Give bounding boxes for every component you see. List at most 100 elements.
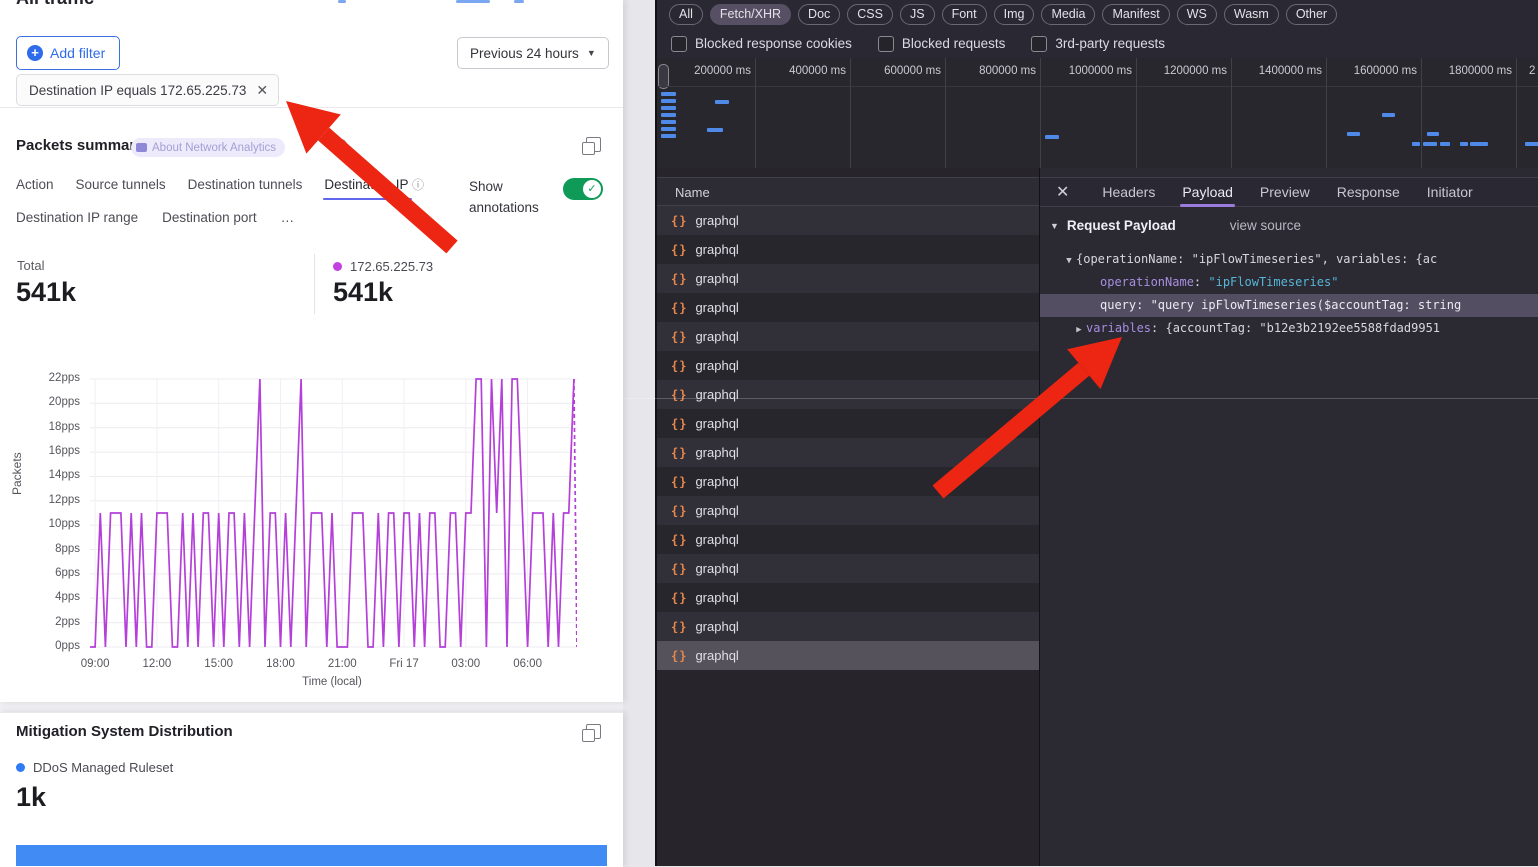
triangle-down-icon[interactable]: ▼	[1062, 250, 1076, 271]
filter-pill-wasm[interactable]: Wasm	[1224, 4, 1279, 25]
request-detail-panel: ✕ Headers Payload Preview Response Initiator…	[1039, 168, 1538, 866]
y-tick-label: 20pps	[28, 396, 80, 408]
payload-line[interactable]: ▶variables: {accountTag: "b12e3b2192ee55…	[1040, 317, 1538, 340]
packets-tab-destination-ip[interactable]: Destination IP ⓘ	[324, 176, 424, 193]
add-filter-button[interactable]: + Add filter	[16, 36, 120, 70]
request-row[interactable]: {}graphql	[657, 409, 1039, 438]
request-row[interactable]: {}graphql	[657, 322, 1039, 351]
checkbox-3rd-party-requests[interactable]: 3rd-party requests	[1031, 36, 1165, 52]
packets-tab-destination-tunnels[interactable]: Destination tunnels	[188, 177, 303, 192]
filter-pill-img[interactable]: Img	[994, 4, 1035, 25]
request-row[interactable]: {}graphql	[657, 380, 1039, 409]
payload-line[interactable]: ▼{operationName: "ipFlowTimeseries", var…	[1040, 248, 1538, 271]
request-row[interactable]: {}graphql	[657, 467, 1039, 496]
copy-icon[interactable]	[586, 137, 601, 152]
payload-line[interactable]: query: "query ipFlowTimeseries($accountT…	[1040, 294, 1538, 317]
filter-pill-all[interactable]: All	[669, 4, 703, 25]
triangle-right-icon[interactable]: ▶	[1072, 319, 1086, 340]
payload-line[interactable]: operationName: "ipFlowTimeseries"	[1040, 271, 1538, 294]
stat-total-value: 541k	[16, 277, 76, 308]
filter-pill-fetch-xhr[interactable]: Fetch/XHR	[710, 4, 791, 25]
mitigation-bar[interactable]	[16, 845, 607, 866]
view-source-link[interactable]: view source	[1230, 218, 1301, 233]
request-name: graphql	[695, 387, 738, 402]
request-row[interactable]: {}graphql	[657, 641, 1039, 670]
checkbox-label: Blocked response cookies	[695, 36, 852, 51]
request-name: graphql	[695, 242, 738, 257]
clipped-toolbar-fragment	[338, 0, 346, 3]
book-icon	[136, 143, 147, 152]
checkbox-icon[interactable]	[878, 36, 894, 52]
json-icon: {}	[671, 272, 687, 286]
detail-tab-headers[interactable]: Headers	[1102, 177, 1155, 207]
time-range-dropdown[interactable]: Previous 24 hours ▼	[457, 37, 609, 69]
packets-tabs-row-2: Destination IP range Destination port …	[16, 210, 294, 225]
x-tick-label: Fri 17	[389, 658, 418, 670]
request-type-filter-bar: All Fetch/XHR Doc CSS JS Font Img Media Manifest…	[657, 0, 1538, 29]
request-row[interactable]: {}graphql	[657, 612, 1039, 641]
show-annotations-toggle[interactable]: ✓	[563, 178, 603, 200]
request-row[interactable]: {}graphql	[657, 206, 1039, 235]
detail-tab-payload[interactable]: Payload	[1182, 177, 1233, 207]
copy-icon[interactable]	[586, 724, 601, 739]
request-row[interactable]: {}graphql	[657, 583, 1039, 612]
filter-pill-css[interactable]: CSS	[847, 4, 893, 25]
checkbox-blocked-response-cookies[interactable]: Blocked response cookies	[671, 36, 852, 52]
filter-pill-ws[interactable]: WS	[1177, 4, 1217, 25]
packets-tab-destination-ip-range[interactable]: Destination IP range	[16, 210, 138, 225]
request-row[interactable]: {} graphql	[657, 293, 1039, 322]
request-name: graphql	[695, 474, 738, 489]
filter-pill-media[interactable]: Media	[1041, 4, 1095, 25]
filter-pill-font[interactable]: Font	[942, 4, 987, 25]
request-row[interactable]: {}graphql	[657, 438, 1039, 467]
request-name: graphql	[695, 329, 738, 344]
checkbox-icon[interactable]	[671, 36, 687, 52]
payload-token: {operationName: "ipFlowTimeseries", vari…	[1076, 252, 1437, 266]
chevron-down-icon: ▼	[587, 48, 596, 58]
packets-timeseries-chart[interactable]	[90, 375, 577, 652]
filter-pill-other[interactable]: Other	[1286, 4, 1337, 25]
info-icon[interactable]: ⓘ	[412, 178, 424, 192]
close-icon[interactable]: ✕	[1056, 182, 1069, 202]
detail-tab-response[interactable]: Response	[1337, 177, 1400, 207]
series-dot	[333, 262, 342, 271]
packets-tab-action[interactable]: Action	[16, 177, 54, 192]
detail-tab-preview[interactable]: Preview	[1260, 177, 1310, 207]
json-icon: {}	[671, 301, 687, 315]
divider	[314, 254, 315, 314]
packets-tab-source-tunnels[interactable]: Source tunnels	[76, 177, 166, 192]
request-name: graphql	[695, 271, 738, 286]
name-column-header[interactable]: Name	[657, 177, 1039, 206]
json-icon: {}	[671, 591, 687, 605]
request-name: graphql	[695, 300, 738, 315]
filter-chip[interactable]: Destination IP equals 172.65.225.73 ✕	[16, 74, 279, 106]
request-row[interactable]: {}graphql	[657, 351, 1039, 380]
request-row[interactable]: {}graphql	[657, 496, 1039, 525]
mitigation-legend: DDoS Managed Ruleset	[16, 760, 173, 775]
timeline-request-mark	[661, 113, 676, 117]
request-row[interactable]: {}graphql	[657, 235, 1039, 264]
timeline-gridline	[850, 58, 851, 168]
request-row[interactable]: {} graphql	[657, 264, 1039, 293]
about-network-analytics-badge[interactable]: About Network Analytics	[131, 138, 285, 157]
request-row[interactable]: {}graphql	[657, 525, 1039, 554]
json-icon: {}	[671, 417, 687, 431]
request-row[interactable]: {}graphql	[657, 554, 1039, 583]
filter-pill-doc[interactable]: Doc	[798, 4, 840, 25]
checkbox-blocked-requests[interactable]: Blocked requests	[878, 36, 1006, 52]
request-name: graphql	[695, 503, 738, 518]
checkbox-icon[interactable]	[1031, 36, 1047, 52]
packets-tabs-more[interactable]: …	[281, 210, 295, 225]
filter-pill-manifest[interactable]: Manifest	[1102, 4, 1169, 25]
timeline-gridline	[1136, 58, 1137, 168]
network-timeline-overview[interactable]: 200000 ms400000 ms600000 ms800000 ms1000…	[657, 58, 1538, 169]
divider	[0, 107, 623, 108]
close-icon[interactable]: ✕	[256, 82, 268, 99]
detail-tab-initiator[interactable]: Initiator	[1427, 177, 1473, 207]
timeline-ruler-label: 1400000 ms	[1234, 65, 1322, 77]
request-payload-header: ▼ Request Payload view source	[1050, 218, 1301, 233]
triangle-down-icon[interactable]: ▼	[1050, 221, 1059, 231]
timeline-gridline	[1516, 58, 1517, 168]
packets-tab-destination-port[interactable]: Destination port	[162, 210, 257, 225]
filter-pill-js[interactable]: JS	[900, 4, 935, 25]
